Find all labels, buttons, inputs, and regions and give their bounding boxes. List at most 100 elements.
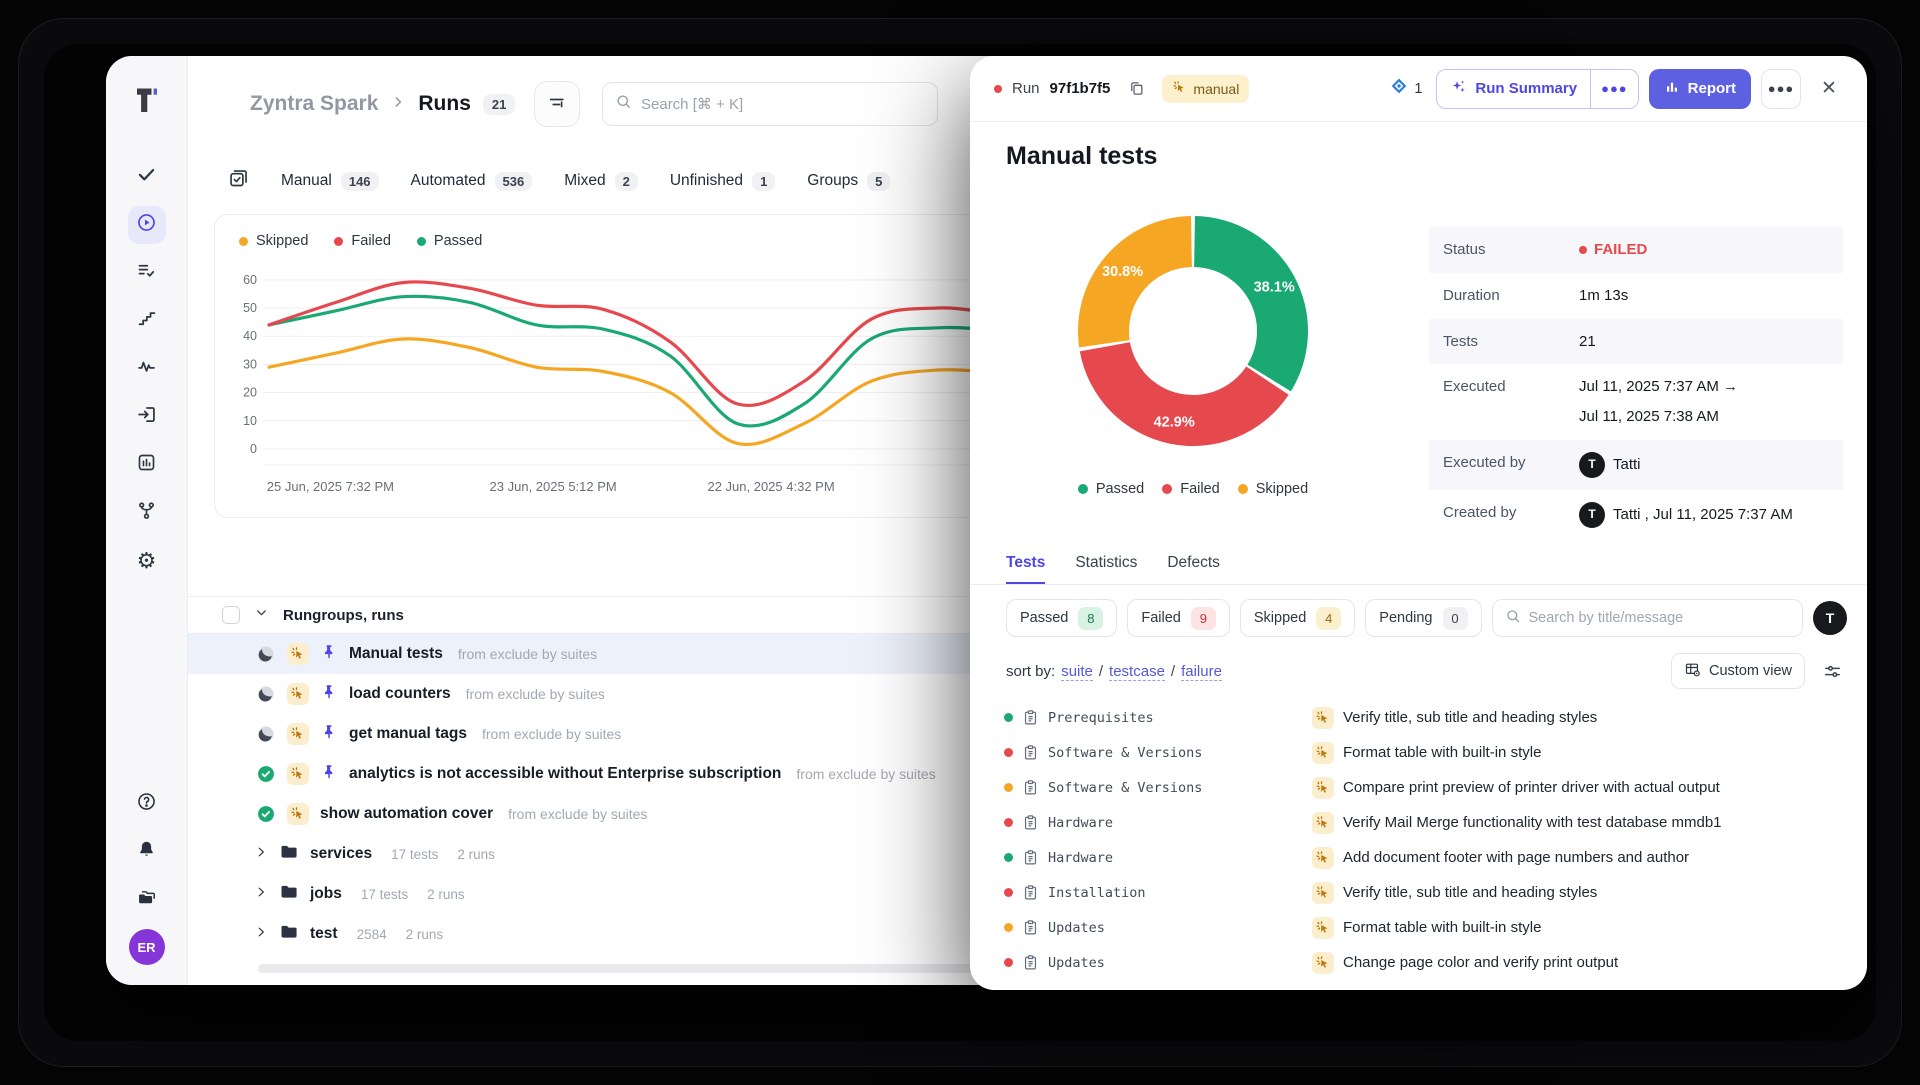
test-title: Format table with built-in style	[1343, 919, 1541, 936]
legend-label: Skipped	[256, 233, 308, 249]
branch-icon	[136, 500, 157, 526]
suite-name: Updates	[1048, 920, 1105, 936]
filter-chip-passed[interactable]: Passed8	[1006, 599, 1117, 637]
tab-label: Automated	[411, 172, 486, 190]
panel-tabs: Tests Statistics Defects	[970, 543, 1867, 585]
select-all-checkbox[interactable]	[222, 606, 240, 624]
test-results-list: PrerequisitesVerify title, sub title and…	[970, 700, 1867, 980]
suite-name: Software & Versions	[1048, 780, 1202, 796]
manual-test-icon	[1312, 707, 1334, 729]
tatti-avatar: T	[1579, 502, 1605, 528]
sort-link-testcase[interactable]: testcase	[1109, 663, 1165, 681]
filter-chip-failed[interactable]: Failed9	[1127, 599, 1230, 637]
tab-automated[interactable]: Automated 536	[411, 172, 533, 191]
test-result-row[interactable]: UpdatesChange page color and verify prin…	[1004, 945, 1847, 980]
breadcrumb: Zyntra Spark Runs 21	[250, 82, 515, 126]
donut-segment-skipped[interactable]	[1078, 216, 1192, 347]
sidebar-item-help[interactable]	[128, 785, 166, 823]
sliders-icon[interactable]	[1819, 658, 1845, 684]
manual-test-icon	[1312, 777, 1334, 799]
test-title-cell: Verify Mail Merge functionality with tes…	[1312, 812, 1847, 834]
suite-name: Hardware	[1048, 815, 1113, 831]
tab-mixed[interactable]: Mixed2	[564, 172, 638, 191]
test-result-row[interactable]: PrerequisitesVerify title, sub title and…	[1004, 700, 1847, 735]
chevron-right-icon	[254, 845, 268, 864]
test-result-row[interactable]: Software & Versions Compare print preview…	[1004, 770, 1847, 805]
sidebar-item-notifications[interactable]	[128, 833, 166, 871]
tab-count-badge: 536	[495, 172, 533, 191]
test-result-row[interactable]: InstallationVerify title, sub title and …	[1004, 875, 1847, 910]
user-avatar[interactable]: ER	[129, 929, 165, 965]
close-icon[interactable]: ✕	[1811, 71, 1847, 107]
select-runs-icon[interactable]	[228, 168, 249, 194]
global-search-input[interactable]	[641, 96, 925, 113]
sidebar-item-reports[interactable]	[128, 446, 166, 484]
page-title: Runs	[418, 92, 471, 116]
sidebar-item-analytics[interactable]	[128, 350, 166, 388]
run-summary-button[interactable]: Run Summary ●●●	[1436, 69, 1638, 109]
folder-tests-count: 17 tests	[391, 847, 438, 862]
linked-issues[interactable]: 1	[1390, 77, 1422, 100]
sort-links: suite/testcase/failure	[1061, 663, 1222, 680]
clipboard-icon	[1022, 814, 1039, 831]
sidebar-item-projects[interactable]	[128, 881, 166, 919]
sidebar-item-tests[interactable]	[128, 158, 166, 196]
report-button[interactable]: Report	[1649, 69, 1751, 109]
copy-run-id-button[interactable]	[1120, 73, 1152, 105]
test-result-row[interactable]: HardwareAdd document footer with page nu…	[1004, 840, 1847, 875]
filter-chip-pending[interactable]: Pending0	[1365, 599, 1481, 637]
horizontal-scrollbar[interactable]	[258, 964, 1016, 973]
run-id: 97f1b7f5	[1050, 80, 1111, 97]
sidebar-item-branches[interactable]	[128, 494, 166, 532]
results-donut-chart: 38.1%42.9%30.8%	[1043, 181, 1343, 481]
test-result-row[interactable]: Updates Format table with built-in style	[1004, 910, 1847, 945]
manual-test-icon	[1312, 847, 1334, 869]
tab-manual[interactable]: Manual146	[281, 172, 379, 191]
manual-test-icon	[1312, 812, 1334, 834]
test-result-row[interactable]: Hardware Verify Mail Merge functionality …	[1004, 805, 1847, 840]
chevron-down-icon[interactable]	[254, 605, 269, 625]
sort-link-failure[interactable]: failure	[1181, 663, 1222, 681]
run-summary-more-button[interactable]: ●●●	[1590, 70, 1638, 108]
detail-value: Jul 11, 2025 7:37 AM →Jul 11, 2025 7:38 …	[1579, 376, 1829, 428]
sidebar-item-import[interactable]	[128, 398, 166, 436]
filter-button[interactable]	[534, 81, 580, 127]
sidebar-item-runs[interactable]	[128, 206, 166, 244]
suite-name: Hardware	[1048, 850, 1113, 866]
app-logo-icon[interactable]	[129, 82, 165, 118]
test-search-input[interactable]	[1529, 610, 1791, 626]
pin-icon	[320, 723, 338, 746]
detail-label: Duration	[1443, 285, 1579, 304]
status-dot-passed	[1004, 713, 1013, 722]
test-title: Compare print preview of printer driver …	[1343, 779, 1720, 796]
custom-view-button[interactable]: Custom view	[1671, 653, 1805, 689]
tab-defects[interactable]: Defects	[1167, 543, 1220, 584]
panel-more-button[interactable]: ●●●	[1761, 69, 1801, 109]
tab-tests[interactable]: Tests	[1006, 543, 1045, 584]
test-result-row[interactable]: Software & VersionsFormat table with bui…	[1004, 735, 1847, 770]
breadcrumb-project[interactable]: Zyntra Spark	[250, 92, 378, 116]
test-title: Verify title, sub title and heading styl…	[1343, 884, 1597, 901]
filter-chip-skipped[interactable]: Skipped4	[1240, 599, 1355, 637]
tab-groups[interactable]: Groups5	[807, 172, 890, 191]
tab-statistics[interactable]: Statistics	[1075, 543, 1137, 584]
donut-segment-passed[interactable]	[1194, 216, 1308, 391]
sort-link-suite[interactable]: suite	[1061, 663, 1093, 681]
folders-icon	[136, 887, 157, 913]
status-dot	[1579, 246, 1587, 254]
gear-icon: ⚙	[137, 550, 157, 572]
team-avatar[interactable]: T	[1813, 601, 1847, 635]
detail-text: Jul 11, 2025 7:37 AM →	[1579, 376, 1738, 398]
passed-status-icon	[256, 804, 276, 824]
manual-test-icon	[1312, 917, 1334, 939]
test-title-cell: Verify title, sub title and heading styl…	[1312, 707, 1847, 729]
folder-row-title: services	[310, 845, 372, 863]
sidebar-item-plans[interactable]	[128, 254, 166, 292]
svg-text:42.9%: 42.9%	[1154, 415, 1195, 431]
sidebar-item-settings[interactable]: ⚙	[128, 542, 166, 580]
tab-unfinished[interactable]: Unfinished1	[670, 172, 775, 191]
detail-label: Status	[1443, 239, 1579, 258]
manual-test-icon	[287, 683, 309, 705]
folder-runs-count: 2 runs	[457, 847, 495, 862]
sidebar-item-milestones[interactable]	[128, 302, 166, 340]
